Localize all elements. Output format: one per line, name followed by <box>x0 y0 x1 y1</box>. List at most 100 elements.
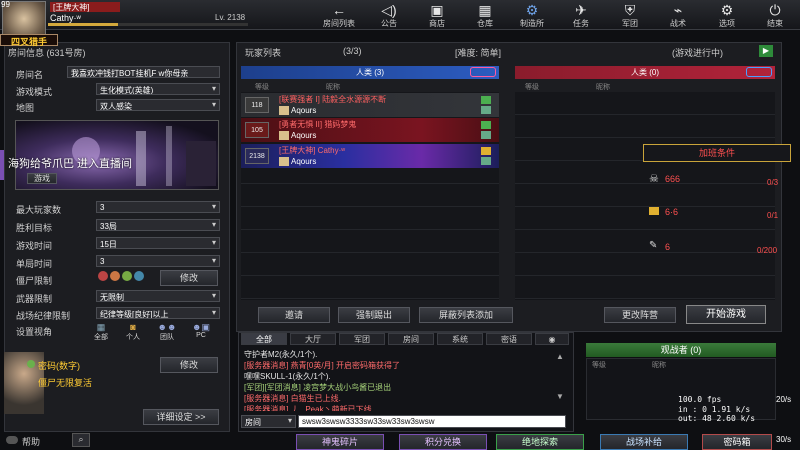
empty-slot <box>241 230 499 253</box>
view-option-team[interactable]: ☻☻ 团队 <box>152 322 182 342</box>
zombie-icon <box>110 271 120 281</box>
extra-condition-row: 6·6 0/1 <box>645 203 795 225</box>
nav-exit[interactable]: ⏻ 结束 <box>756 2 794 29</box>
player-row[interactable]: 105 [勇者无惧 II] 猎妈梦鬼 Aqours <box>241 118 499 142</box>
rank-tag: [王牌大神] <box>50 2 120 12</box>
detail-settings-button[interactable]: 详细设定 >> <box>143 409 219 425</box>
round-time-select[interactable]: 3 <box>96 255 220 267</box>
game-mode-select[interactable]: 生化模式(英雄) <box>96 83 220 95</box>
level-badge: 105 <box>245 122 269 138</box>
spectate-button[interactable]: 游戏 <box>27 173 57 184</box>
condition-icon <box>649 207 659 215</box>
col-level: 等级 <box>255 84 269 91</box>
settings-icon: ⚙ <box>720 2 734 18</box>
player-list-title: 玩家列表 <box>245 48 282 58</box>
zombie-limit-icons <box>98 271 156 283</box>
avatar-overlay-text: 四叉猎手 <box>0 34 58 47</box>
kick-button[interactable]: 强制踢出 <box>338 307 410 323</box>
points-exchange-button[interactable]: 积分兑换 <box>399 434 487 450</box>
chat-message: 守护者M2(永久/1个). <box>244 350 318 359</box>
nav-notice[interactable]: ◁) 公告 <box>370 2 408 29</box>
blocklist-add-button[interactable]: 屏蔽列表添加 <box>419 307 513 323</box>
room-name-input[interactable]: 我喜欢冲钱打BOT挂机F w你母亲 <box>67 66 220 78</box>
view-option-pc[interactable]: ☻▣ PC <box>186 322 216 339</box>
ready-icon <box>481 121 491 129</box>
help-link[interactable]: 帮助 <box>22 435 40 448</box>
player-title: [王牌大神] Cathy·ʷ <box>279 146 346 155</box>
view-option-all[interactable]: ▦ 全部 <box>86 322 116 342</box>
change-team-button[interactable]: 更改阵营 <box>604 307 676 323</box>
status-icon <box>481 131 491 139</box>
zombie-icon <box>134 271 144 281</box>
modify-zombie-button[interactable]: 修改 <box>160 270 218 286</box>
swap-icon[interactable] <box>470 67 496 77</box>
ghost-fragment-button[interactable]: 神鬼碎片 <box>296 434 384 450</box>
map-select[interactable]: 双人感染 <box>96 99 220 111</box>
xp-fill <box>48 23 118 26</box>
view-option-personal[interactable]: ◙ 个人 <box>118 322 148 342</box>
play-icon[interactable]: ▶ <box>759 45 773 57</box>
chat-tab[interactable]: 系统 <box>437 333 483 345</box>
supply-button[interactable]: 战场补给 <box>600 434 688 450</box>
nav-workshop[interactable]: ⚙ 制造所 <box>513 2 551 29</box>
chat-tab[interactable]: 大厅 <box>290 333 336 345</box>
human-team-label: 人类 (3) <box>356 68 384 77</box>
scroll-up-icon[interactable]: ▲ <box>556 352 564 361</box>
chat-channel-value: 房间 <box>245 418 261 427</box>
chat-tab[interactable]: 全部 <box>241 333 287 345</box>
start-game-button[interactable]: 开始游戏 <box>686 305 766 324</box>
chat-input[interactable]: swsw3swsw3333sw33sw33sw3swsw <box>298 415 566 428</box>
player-clan-name: Aqours <box>291 106 317 115</box>
zombie-icon <box>122 271 132 281</box>
win-target-label: 胜利目标 <box>16 223 53 233</box>
chat-tab[interactable]: 密语 <box>486 333 532 345</box>
view-all-icon: ▦ <box>96 322 106 332</box>
game-time-label: 游戏时间 <box>16 241 53 251</box>
win-target-value: 33局 <box>100 222 117 231</box>
weapon-limit-select[interactable]: 无限制 <box>96 290 220 302</box>
password-check-icon <box>27 360 35 368</box>
status-icon <box>481 106 491 114</box>
chat-tab[interactable]: 军团 <box>339 333 385 345</box>
view-team-icon: ☻☻ <box>157 322 177 332</box>
discipline-select[interactable]: 纪律等级[良好]以上 <box>96 307 220 319</box>
chat-tab[interactable]: 房间 <box>388 333 434 345</box>
game-mode-value: 生化模式(英雄) <box>100 86 154 95</box>
exploration-button[interactable]: 绝地探索 <box>496 434 584 450</box>
nav-legion[interactable]: ⛨ 军团 <box>611 2 649 29</box>
password-box-button[interactable]: 密码箱 <box>702 434 772 450</box>
scroll-down-icon[interactable]: ▼ <box>556 392 564 401</box>
ready-icon <box>481 96 491 104</box>
invite-button[interactable]: 邀请 <box>258 307 330 323</box>
swap-icon[interactable] <box>746 67 772 77</box>
player-level: Lv. 2138 <box>215 13 246 22</box>
nav-label: 商店 <box>429 19 445 28</box>
condition-value: 666 <box>665 174 681 184</box>
game-time-select[interactable]: 15日 <box>96 237 220 249</box>
chat-channel-select[interactable]: 房间 <box>241 415 296 428</box>
max-players-select[interactable]: 3 <box>96 201 220 213</box>
nav-options[interactable]: ⚙ 选项 <box>708 2 746 29</box>
toggle-icon[interactable] <box>6 436 18 444</box>
view-pc-icon: ☻▣ <box>192 322 210 332</box>
nav-shop[interactable]: ▣ 商店 <box>418 2 456 29</box>
eye-icon[interactable]: ◉ <box>535 333 569 345</box>
xp-bar <box>48 23 248 26</box>
observer-col-level: 等级 <box>592 362 606 369</box>
difficulty-label: [难度: 简单] <box>455 48 502 58</box>
nav-room-list[interactable]: ← 房间列表 <box>320 2 358 29</box>
round-time-value: 3 <box>100 257 105 266</box>
nav-warehouse[interactable]: ▦ 仓库 <box>466 2 504 29</box>
player-row[interactable]: 2138 [王牌大神] Cathy·ʷ Aqours <box>241 144 499 168</box>
view-personal-icon: ◙ <box>130 322 136 332</box>
clan-icon <box>279 157 289 166</box>
player-row[interactable]: 118 [联赛强者 I] 陆毅全水源源不断 Aqours <box>241 93 499 117</box>
chat-message: [服务器消息] 丿...Peak丶萌新已下线. <box>244 405 374 411</box>
modify-password-button[interactable]: 修改 <box>160 357 218 373</box>
win-target-select[interactable]: 33局 <box>96 219 220 231</box>
search-icon[interactable]: ⌕ <box>72 433 90 447</box>
nav-label: 任务 <box>573 19 589 28</box>
nav-mission[interactable]: ✈ 任务 <box>562 2 600 29</box>
nav-tactics[interactable]: ⌁ 战术 <box>659 2 697 29</box>
zombie-limit-label: 僵尸限制 <box>16 276 53 286</box>
